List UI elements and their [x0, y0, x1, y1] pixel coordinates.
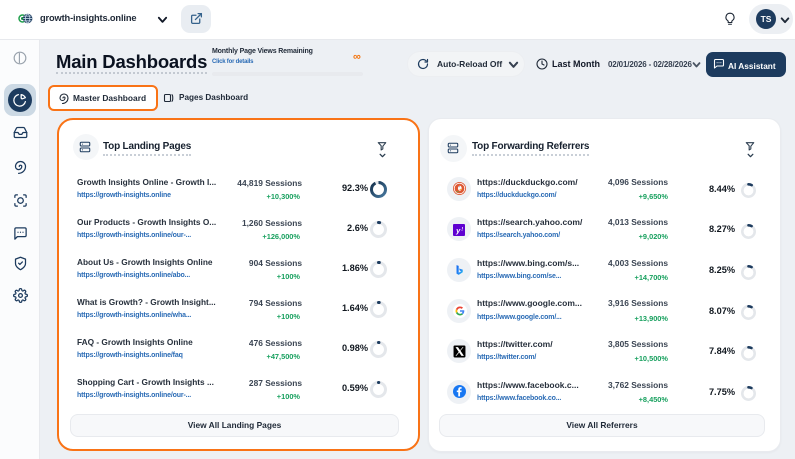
svg-text:y: y [455, 226, 461, 235]
